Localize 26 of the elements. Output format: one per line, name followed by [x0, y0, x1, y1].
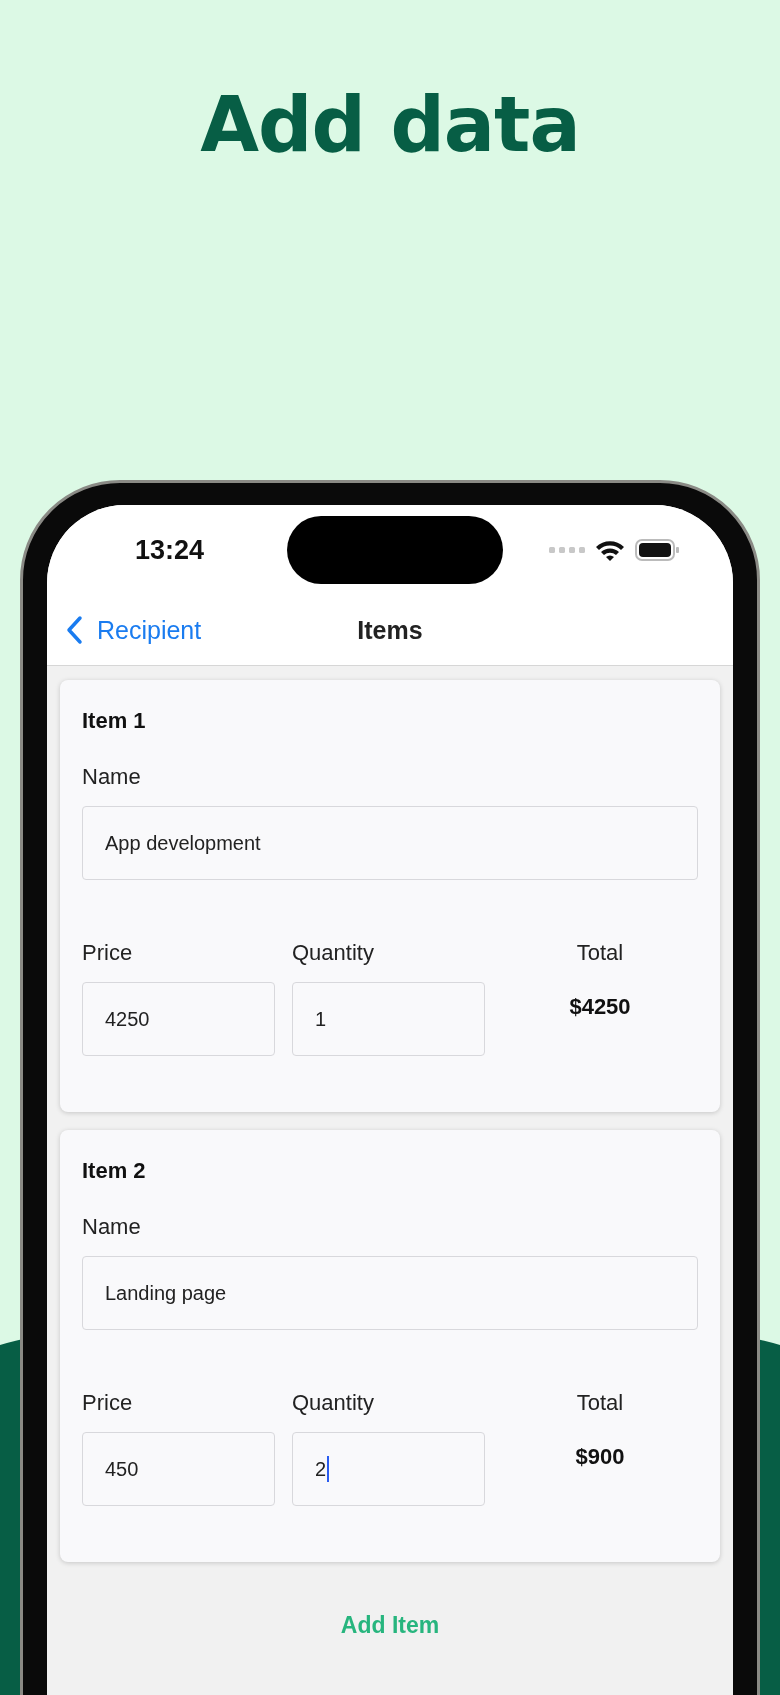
item-heading: Item 1: [82, 708, 147, 734]
field-label: Name: [82, 764, 142, 790]
wifi-icon: [595, 539, 625, 561]
total-label: Total: [576, 940, 624, 966]
total-label: Total: [576, 1390, 624, 1416]
battery-icon: [635, 539, 679, 561]
back-button[interactable]: Recipient: [47, 615, 202, 645]
nav-title: Items: [357, 615, 423, 645]
total-value: $4250: [569, 994, 631, 1020]
quantity-field[interactable]: 1: [292, 982, 485, 1056]
name-field[interactable]: App development: [82, 806, 698, 880]
item-heading: Item 2: [82, 1158, 147, 1184]
chevron-left-icon: [65, 615, 83, 645]
field-label: Name: [82, 1214, 142, 1240]
name-field[interactable]: Landing page: [82, 1256, 698, 1330]
field-label: Quantity: [292, 1390, 375, 1416]
quantity-field[interactable]: 2: [292, 1432, 485, 1506]
status-time: 13:24: [135, 534, 206, 566]
headline: Add data: [199, 79, 581, 171]
signal-icon: [549, 546, 585, 554]
price-field[interactable]: 450: [82, 1432, 275, 1506]
total-value: $900: [575, 1444, 625, 1470]
price-field[interactable]: 4250: [82, 982, 275, 1056]
field-label: Quantity: [292, 940, 375, 966]
field-label: Price: [82, 940, 134, 966]
field-label: Price: [82, 1390, 134, 1416]
